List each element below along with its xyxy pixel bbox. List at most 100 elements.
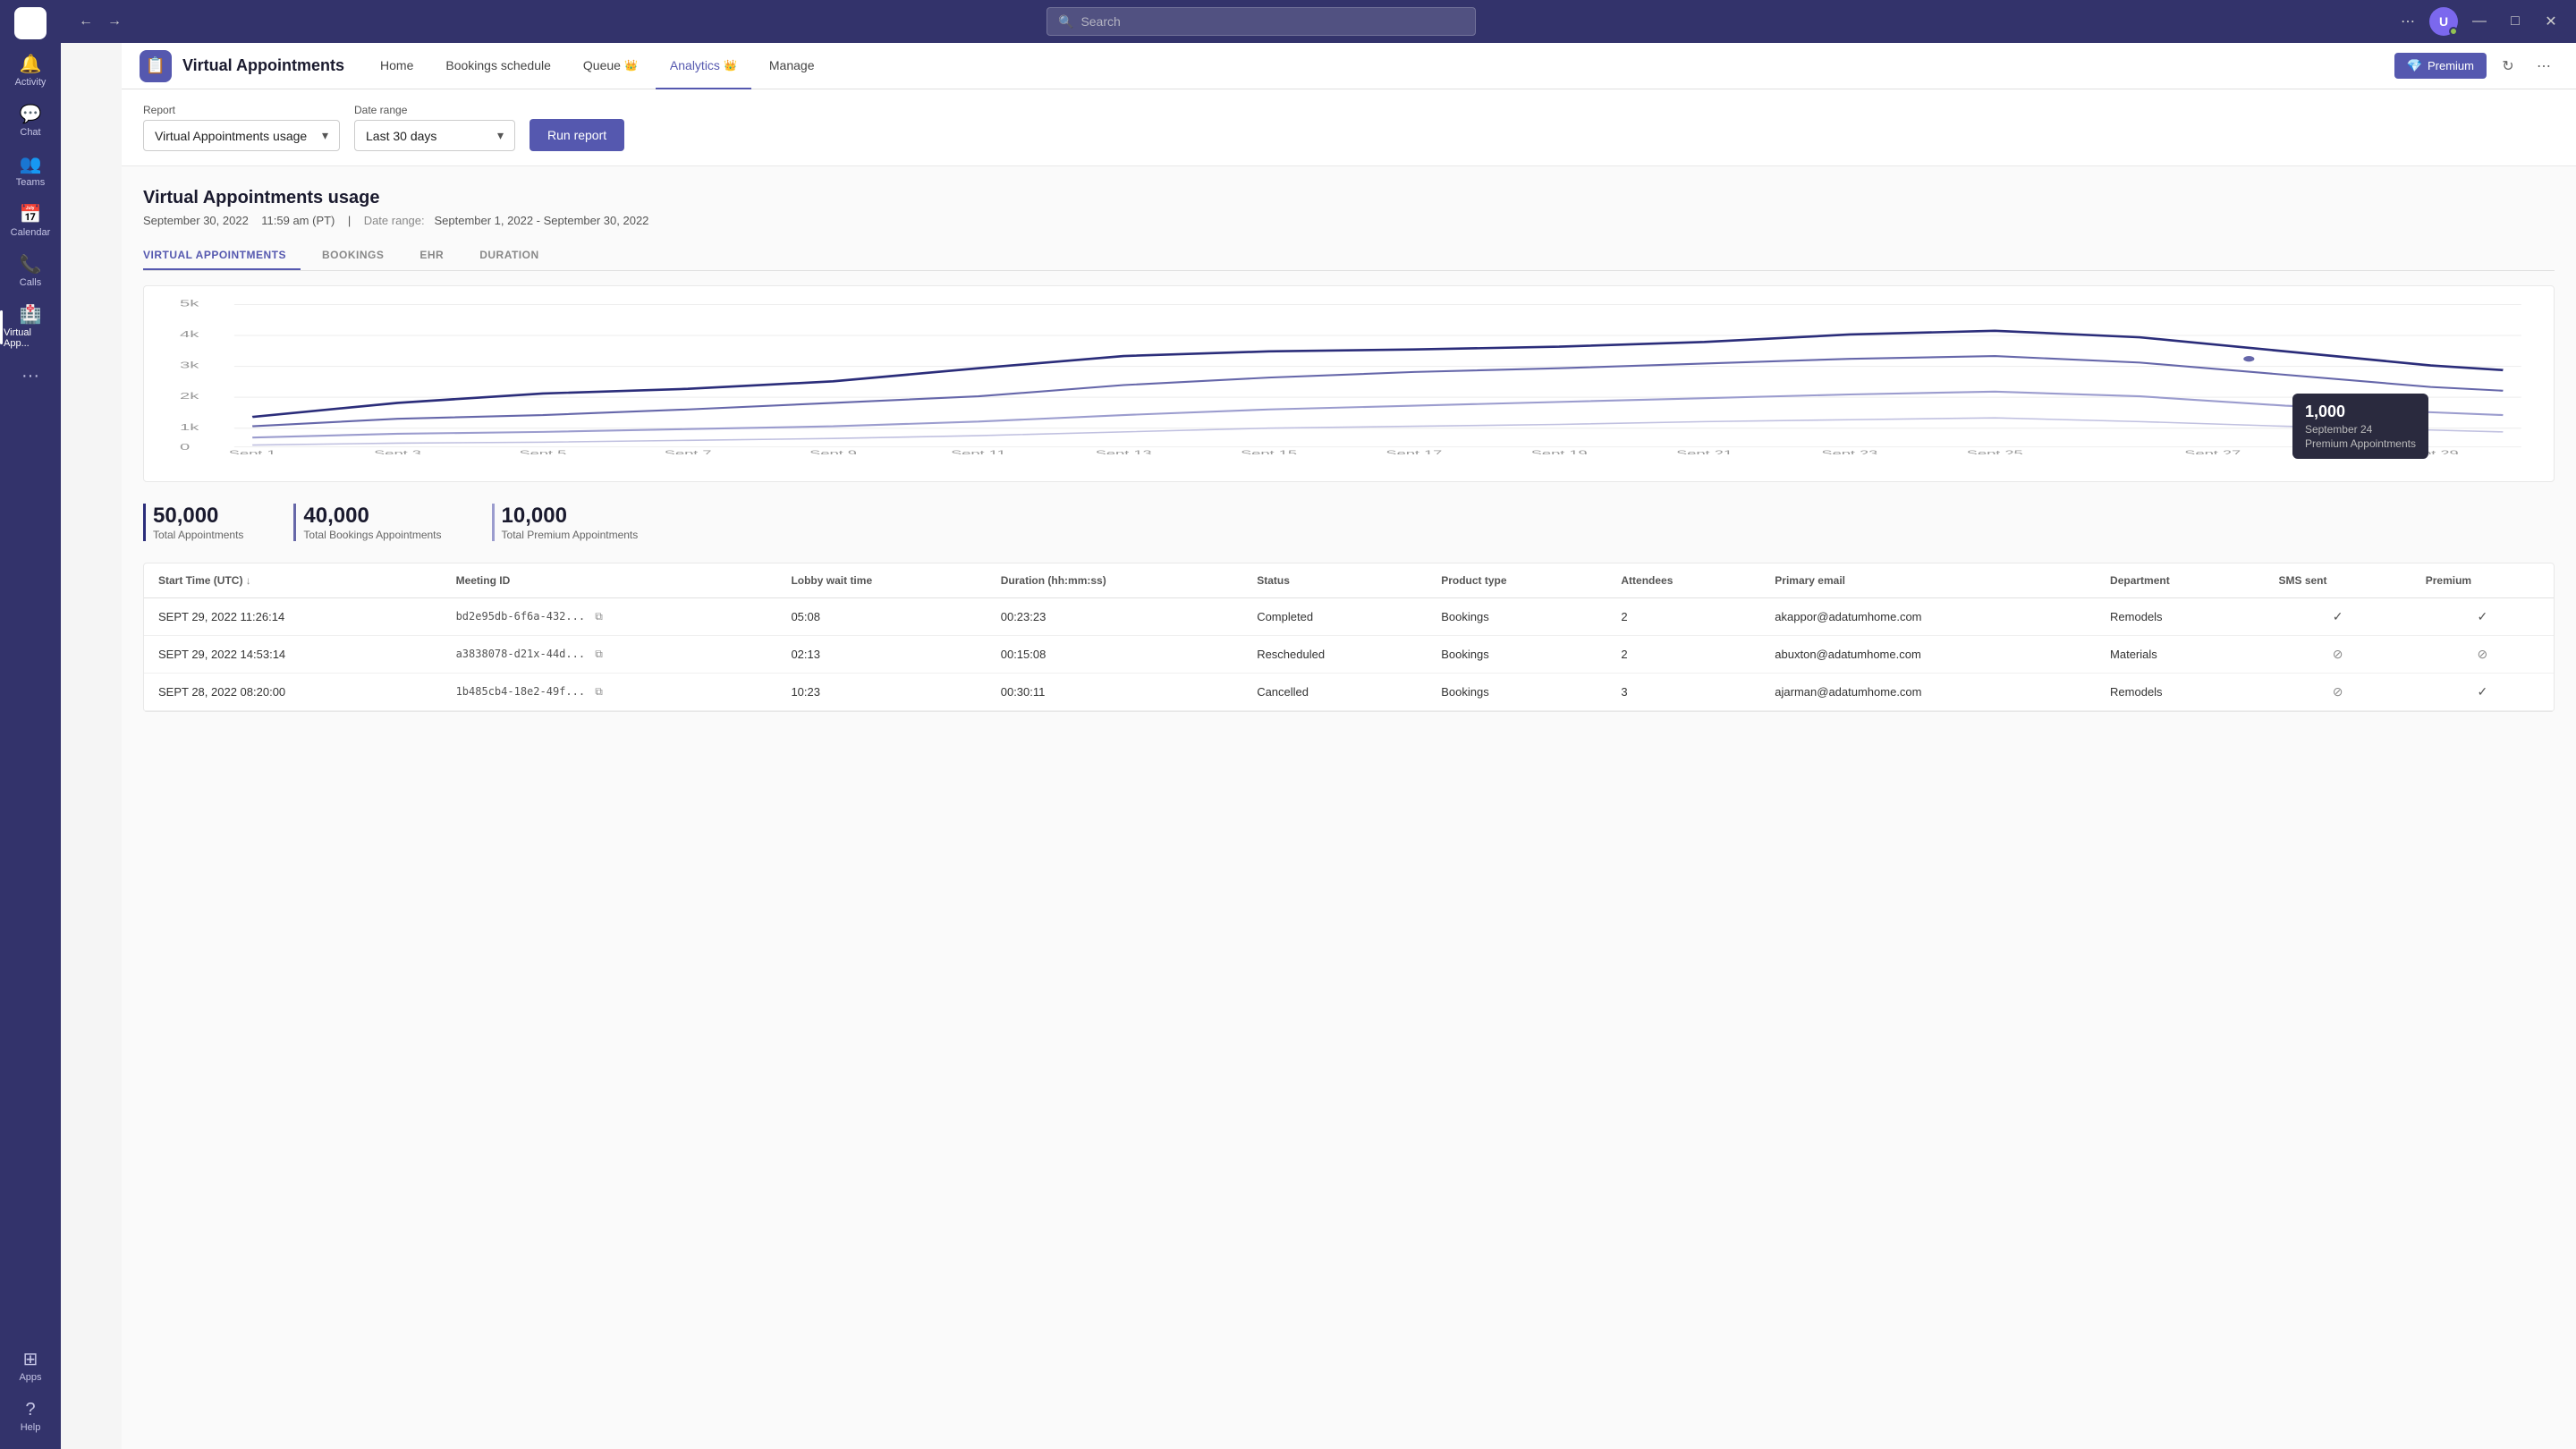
sidebar-item-label: Teams	[16, 177, 45, 188]
run-report-button[interactable]: Run report	[530, 119, 624, 151]
forward-button[interactable]: →	[100, 7, 129, 36]
col-status: Status	[1242, 564, 1427, 598]
col-primary-email: Primary email	[1760, 564, 2096, 598]
stat-label: Total Premium Appointments	[502, 529, 639, 541]
cell-premium: ✓	[2411, 674, 2554, 711]
chevron-down-icon: ▾	[322, 128, 328, 143]
sidebar-item-label: Calls	[20, 277, 41, 288]
sidebar: 🔔 Activity 💬 Chat 👥 Teams 📅 Calendar 📞 C…	[0, 0, 61, 1449]
stat-bookings-appointments: 40,000 Total Bookings Appointments	[293, 504, 462, 541]
col-department: Department	[2096, 564, 2264, 598]
cell-status: Rescheduled	[1242, 636, 1427, 674]
sidebar-item-more[interactable]: ···	[0, 360, 61, 392]
diamond-icon: 💎	[2407, 58, 2422, 73]
tab-bookings-schedule[interactable]: Bookings schedule	[431, 43, 565, 89]
titlebar-more-button[interactable]: ⋯	[2394, 7, 2422, 36]
date-range-label: Date range	[354, 104, 515, 116]
svg-text:Sept 25: Sept 25	[1967, 449, 2023, 454]
refresh-button[interactable]: ↻	[2494, 52, 2522, 80]
svg-text:Sept 19: Sept 19	[1531, 449, 1588, 454]
premium-label: Premium	[2428, 59, 2474, 72]
cell-sms-sent: ⊘	[2264, 636, 2411, 674]
sidebar-item-teams[interactable]: 👥 Teams	[0, 148, 61, 195]
svg-text:Sept 3: Sept 3	[374, 449, 421, 454]
svg-text:5k: 5k	[180, 298, 200, 309]
sidebar-item-label: Virtual App...	[4, 327, 57, 349]
stat-total-appointments: 50,000 Total Appointments	[143, 504, 265, 541]
date-range-filter-group: Date range Last 30 days ▾	[354, 104, 515, 151]
avatar[interactable]: U	[2429, 7, 2458, 36]
app-icon: 📋	[140, 50, 172, 82]
teams-logo[interactable]	[14, 7, 47, 39]
col-sms-sent: SMS sent	[2264, 564, 2411, 598]
stats-row: 50,000 Total Appointments 40,000 Total B…	[143, 504, 2555, 541]
stat-value: 10,000	[502, 504, 639, 529]
svg-text:0: 0	[180, 442, 190, 453]
sidebar-item-calls[interactable]: 📞 Calls	[0, 249, 61, 295]
report-select[interactable]: Virtual Appointments usage ▾	[143, 120, 340, 151]
search-icon: 🔍	[1058, 14, 1073, 30]
cell-department: Remodels	[2096, 598, 2264, 636]
cell-start-time: SEPT 28, 2022 08:20:00	[144, 674, 442, 711]
cell-primary-email: ajarman@adatumhome.com	[1760, 674, 2096, 711]
sidebar-item-apps[interactable]: ⊞ Apps	[0, 1343, 61, 1390]
cell-product-type: Bookings	[1427, 674, 1606, 711]
report-date: September 30, 2022	[143, 214, 249, 227]
sidebar-item-label: Activity	[15, 77, 47, 88]
copy-icon[interactable]: ⧉	[595, 610, 603, 623]
date-range-select[interactable]: Last 30 days ▾	[354, 120, 515, 151]
help-icon: ?	[25, 1401, 35, 1419]
tab-analytics[interactable]: Analytics 👑	[656, 43, 751, 89]
cell-product-type: Bookings	[1427, 598, 1606, 636]
chart-tab-bookings[interactable]: BOOKINGS	[322, 242, 398, 270]
report-select-value: Virtual Appointments usage	[155, 129, 307, 143]
back-button[interactable]: ←	[72, 7, 100, 36]
calls-icon: 📞	[20, 256, 42, 274]
separator: |	[348, 214, 351, 227]
stat-label: Total Bookings Appointments	[303, 529, 441, 541]
cell-duration: 00:15:08	[987, 636, 1242, 674]
chart-tab-ehr[interactable]: EHR	[419, 242, 458, 270]
sidebar-item-label: Help	[21, 1422, 41, 1433]
minimize-button[interactable]: —	[2465, 7, 2494, 36]
cell-primary-email: akappor@adatumhome.com	[1760, 598, 2096, 636]
tab-home[interactable]: Home	[366, 43, 428, 89]
svg-text:3k: 3k	[180, 360, 200, 371]
sidebar-item-help[interactable]: ? Help	[0, 1394, 61, 1440]
report-title: Virtual Appointments usage	[143, 188, 2555, 208]
teams-icon: 👥	[20, 156, 42, 174]
search-input[interactable]: 🔍 Search	[1046, 7, 1476, 36]
cell-primary-email: abuxton@adatumhome.com	[1760, 636, 2096, 674]
sidebar-item-activity[interactable]: 🔔 Activity	[0, 48, 61, 95]
more-options-button[interactable]: ⋯	[2529, 52, 2558, 80]
circle-icon-premium: ⊘	[2478, 647, 2488, 661]
stat-premium-appointments: 10,000 Total Premium Appointments	[492, 504, 660, 541]
cell-meeting-id: 1b485cb4-18e2-49f... ⧉	[442, 674, 777, 711]
app-header: 📋 Virtual Appointments Home Bookings sch…	[122, 43, 2576, 89]
svg-text:Sept 11: Sept 11	[951, 449, 1006, 454]
chart-tab-duration[interactable]: DURATION	[479, 242, 553, 270]
close-button[interactable]: ✕	[2537, 7, 2565, 36]
sidebar-item-chat[interactable]: 💬 Chat	[0, 98, 61, 145]
col-lobby-wait: Lobby wait time	[776, 564, 986, 598]
col-start-time[interactable]: Start Time (UTC)	[144, 564, 442, 598]
chart-tab-virtual-appointments[interactable]: VIRTUAL APPOINTMENTS	[143, 242, 301, 270]
copy-icon[interactable]: ⧉	[595, 685, 603, 698]
search-placeholder: Search	[1080, 14, 1120, 29]
cell-premium: ⊘	[2411, 636, 2554, 674]
search-area: 🔍 Search	[129, 7, 2394, 36]
calendar-icon: 📅	[20, 206, 42, 224]
crown-icon: 👑	[624, 59, 638, 72]
premium-button[interactable]: 💎 Premium	[2394, 53, 2487, 79]
maximize-button[interactable]: □	[2501, 7, 2529, 36]
tab-manage[interactable]: Manage	[755, 43, 829, 89]
sidebar-item-virtual-apps[interactable]: 🏥 Virtual App...	[0, 299, 61, 356]
cell-start-time: SEPT 29, 2022 14:53:14	[144, 636, 442, 674]
tab-queue[interactable]: Queue 👑	[569, 43, 652, 89]
copy-icon[interactable]: ⧉	[595, 648, 603, 660]
sidebar-item-calendar[interactable]: 📅 Calendar	[0, 199, 61, 245]
svg-text:2k: 2k	[180, 391, 200, 402]
sidebar-bottom: ⊞ Apps ? Help	[0, 1342, 61, 1442]
svg-text:4k: 4k	[180, 329, 200, 340]
main-area: 📋 Virtual Appointments Home Bookings sch…	[122, 43, 2576, 1449]
